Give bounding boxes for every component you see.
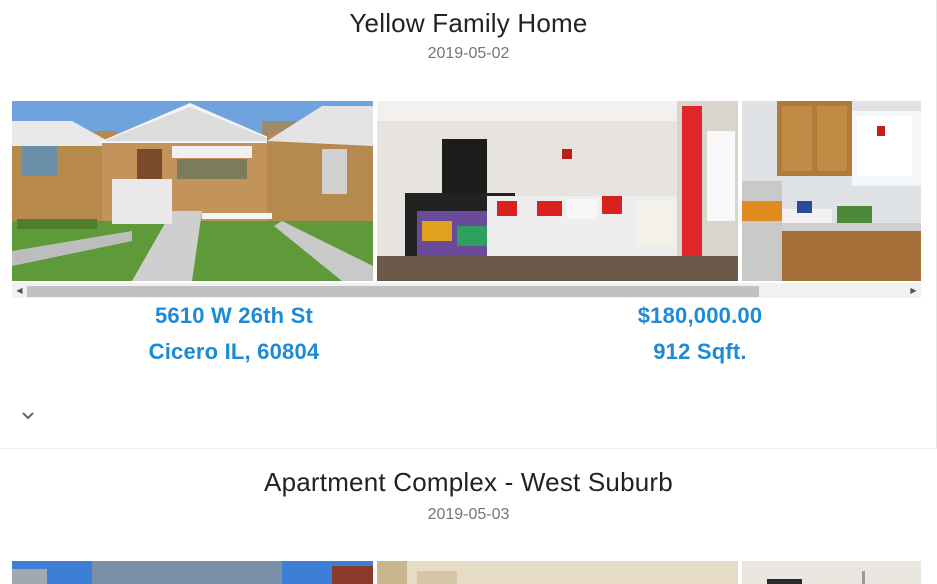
scroll-right-arrow-icon[interactable]: ▶ [906,283,921,298]
listing-area: 912 Sqft. [653,339,747,364]
gallery-scrollbar[interactable]: ◀ ▶ [12,283,921,298]
photo-interior-doorway[interactable] [742,561,921,584]
listing-date: 2019-05-03 [427,506,510,523]
photo-building-exterior[interactable] [12,561,373,584]
photo-gallery[interactable] [12,561,921,584]
photo-interior-room[interactable] [377,561,738,584]
listing-title: Yellow Family Home [349,8,588,38]
photo-house-exterior[interactable] [12,101,373,281]
chevron-down-icon[interactable] [18,406,38,426]
photo-living-room[interactable] [377,101,738,281]
address-line-1: 5610 W 26th St [154,303,314,328]
listing-card: Apartment Complex - West Suburb 2019-05-… [0,450,937,584]
scroll-left-arrow-icon[interactable]: ◀ [12,283,27,298]
photo-kitchen[interactable] [742,101,921,281]
listing-date: 2019-05-02 [427,45,510,62]
listing-title: Apartment Complex - West Suburb [264,467,673,497]
card-divider [0,448,937,449]
listing-card: Yellow Family Home 2019-05-02 ◀ ▶ 5610 W… [0,0,937,449]
address-line-2: Cicero IL, 60804 [148,339,320,364]
listing-price: $180,000.00 [637,303,763,328]
photo-gallery[interactable] [12,101,921,281]
scrollbar-thumb[interactable] [27,286,759,297]
